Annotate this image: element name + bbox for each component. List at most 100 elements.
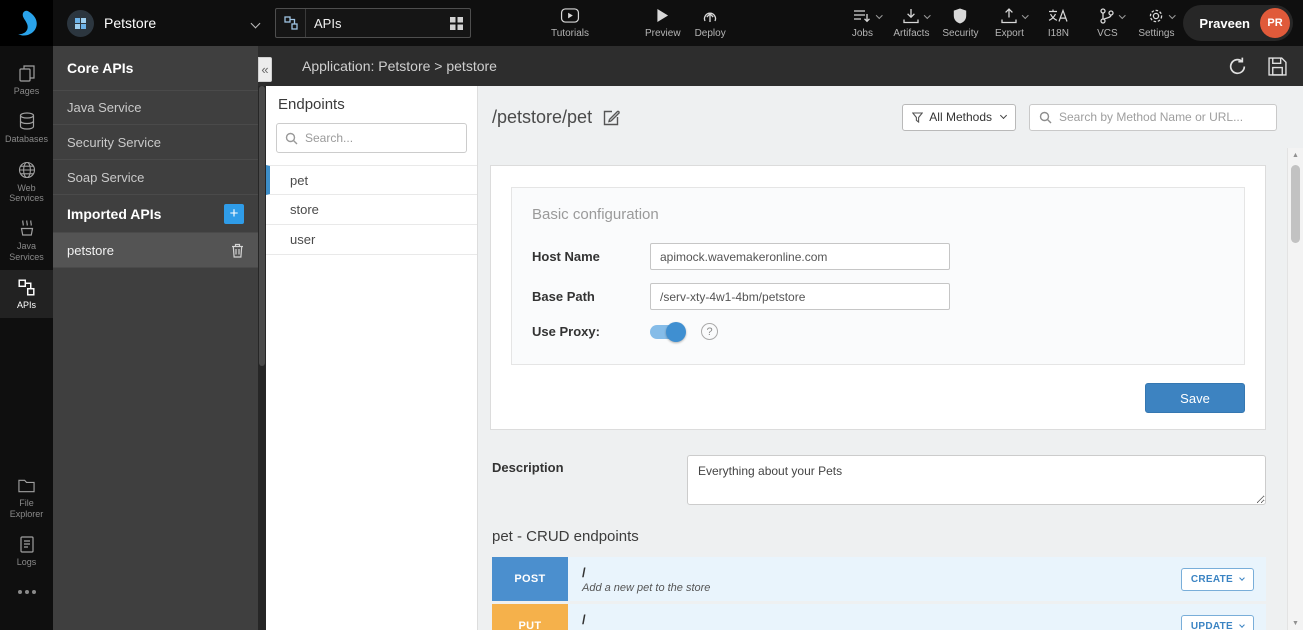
methods-filter-select[interactable]: All Methods — [902, 104, 1016, 131]
deploy-label: Deploy — [695, 28, 726, 39]
save-button[interactable]: Save — [1145, 383, 1245, 413]
deploy-button[interactable]: Deploy — [695, 8, 726, 39]
main-content: /petstore/pet All Methods — [478, 86, 1303, 630]
rail-label-web-services: Web Services — [2, 183, 51, 204]
security-button[interactable]: Security — [938, 8, 982, 39]
project-name: Petstore — [104, 15, 252, 31]
i18n-button[interactable]: I18N — [1036, 8, 1080, 39]
use-proxy-label: Use Proxy: — [532, 324, 650, 339]
chevron-down-icon — [1239, 622, 1245, 628]
wavemaker-logo[interactable] — [0, 0, 53, 46]
description-label: Description — [492, 455, 687, 505]
save-project-button[interactable] — [1268, 57, 1287, 76]
method-search-input[interactable] — [1059, 110, 1267, 124]
create-action-label: CREATE — [1191, 574, 1233, 585]
crud-section-title: pet - CRUD endpoints — [490, 528, 1266, 545]
endpoint-search[interactable] — [276, 123, 467, 153]
rail-item-databases[interactable]: Databases — [0, 104, 53, 152]
rail-item-logs[interactable]: Logs — [0, 527, 53, 575]
methods-filter-value: All Methods — [929, 110, 992, 124]
add-imported-api-button[interactable]: + — [224, 204, 244, 224]
settings-icon — [1148, 8, 1164, 24]
endpoint-item-store[interactable]: store — [266, 195, 477, 225]
rail-item-java-services[interactable]: Java Services — [0, 211, 53, 270]
rail-item-web-services[interactable]: Web Services — [0, 153, 53, 212]
main-scroll-area: Basic configuration Host Name Base Path … — [478, 148, 1287, 630]
sidebar-collapse-button[interactable]: « — [258, 57, 272, 82]
base-path-input[interactable] — [650, 283, 950, 310]
method-search[interactable] — [1029, 104, 1277, 131]
security-icon — [953, 8, 967, 24]
create-action-button[interactable]: CREATE — [1181, 568, 1254, 591]
endpoint-path: / — [582, 565, 1167, 580]
endpoint-row-post[interactable]: POST / Add a new pet to the store CREATE — [492, 557, 1266, 601]
settings-button[interactable]: Settings — [1134, 8, 1178, 39]
project-selector[interactable]: Petstore — [53, 10, 275, 37]
i18n-or-export-label: Export — [995, 28, 1024, 39]
rail-item-more[interactable] — [0, 575, 53, 613]
use-proxy-toggle[interactable] — [650, 325, 684, 339]
endpoint-item-pet[interactable]: pet — [266, 165, 477, 195]
base-path-row: Base Path — [532, 283, 1224, 310]
edit-icon[interactable] — [602, 108, 621, 127]
description-row: Description Everything about your Pets — [490, 455, 1266, 505]
grid-icon[interactable] — [442, 9, 470, 37]
save-row: Save — [511, 365, 1245, 413]
top-right-actions: Jobs Artifacts Security Export — [840, 5, 1293, 41]
tutorials-button[interactable]: Tutorials — [551, 8, 589, 39]
main-scrollbar[interactable]: ▲ ▼ — [1287, 148, 1303, 630]
endpoint-row-put[interactable]: PUT / Update an existing pet UPDATE — [492, 604, 1266, 630]
update-action-button[interactable]: UPDATE — [1181, 615, 1254, 630]
databases-icon — [19, 112, 35, 130]
scroll-up-arrow[interactable]: ▲ — [1288, 148, 1303, 162]
rail-item-pages[interactable]: Pages — [0, 56, 53, 104]
apis-icon — [18, 278, 35, 296]
file-explorer-icon — [18, 476, 35, 494]
user-menu[interactable]: Praveen PR — [1183, 5, 1293, 41]
sidebar-item-petstore[interactable]: petstore — [53, 233, 258, 268]
host-name-input[interactable] — [650, 243, 950, 270]
jobs-icon — [853, 8, 871, 23]
artifacts-button[interactable]: Artifacts — [889, 8, 933, 39]
sidebar-item-java-service[interactable]: Java Service — [53, 90, 258, 125]
help-icon[interactable]: ? — [701, 323, 718, 340]
sidebar-item-soap-service[interactable]: Soap Service — [53, 160, 258, 195]
rail-label-java-services: Java Services — [2, 241, 51, 262]
core-apis-list: Java Service Security Service Soap Servi… — [53, 90, 258, 195]
chevron-down-icon — [251, 18, 261, 28]
sidebar-scrollbar[interactable] — [258, 86, 266, 630]
endpoint-item-user[interactable]: user — [266, 225, 477, 255]
sidebar-item-security-service[interactable]: Security Service — [53, 125, 258, 160]
rail-item-file-explorer[interactable]: File Explorer — [0, 468, 53, 527]
preview-button[interactable]: Preview — [645, 8, 681, 39]
scroll-thumb[interactable] — [1291, 165, 1300, 243]
imported-apis-label: Imported APIs — [67, 206, 161, 222]
jobs-button[interactable]: Jobs — [840, 8, 884, 39]
apis-mode-selector[interactable]: APIs — [275, 8, 471, 38]
i18n-icon — [1048, 8, 1068, 23]
method-badge-post: POST — [492, 557, 568, 601]
i18n-label: I18N — [1048, 28, 1069, 39]
wavemaker-studio-window: Petstore APIs Tutorials P — [0, 0, 1303, 630]
api-nodes-icon — [276, 9, 306, 37]
delete-icon[interactable] — [231, 243, 244, 258]
export-button[interactable]: Export — [987, 8, 1031, 39]
vcs-button[interactable]: VCS — [1085, 8, 1129, 39]
endpoint-path: / — [582, 612, 1167, 627]
endpoint-search-input[interactable] — [305, 131, 458, 145]
petstore-label: petstore — [67, 243, 114, 258]
security-label: Security — [942, 28, 978, 39]
filter-icon — [912, 112, 923, 123]
sidebar-scroll-thumb[interactable] — [259, 86, 265, 366]
refresh-button[interactable] — [1227, 56, 1248, 77]
scroll-down-arrow[interactable]: ▼ — [1288, 616, 1303, 630]
tutorials-label: Tutorials — [551, 28, 589, 39]
deploy-icon — [701, 8, 719, 24]
user-name: Praveen — [1199, 16, 1250, 31]
description-textarea[interactable]: Everything about your Pets — [687, 455, 1266, 505]
rail-item-apis[interactable]: APIs — [0, 270, 53, 318]
chevron-down-icon — [924, 12, 930, 18]
java-services-icon — [19, 219, 35, 237]
endpoint-description: Add a new pet to the store — [582, 582, 1167, 594]
project-avatar-icon — [67, 10, 94, 37]
